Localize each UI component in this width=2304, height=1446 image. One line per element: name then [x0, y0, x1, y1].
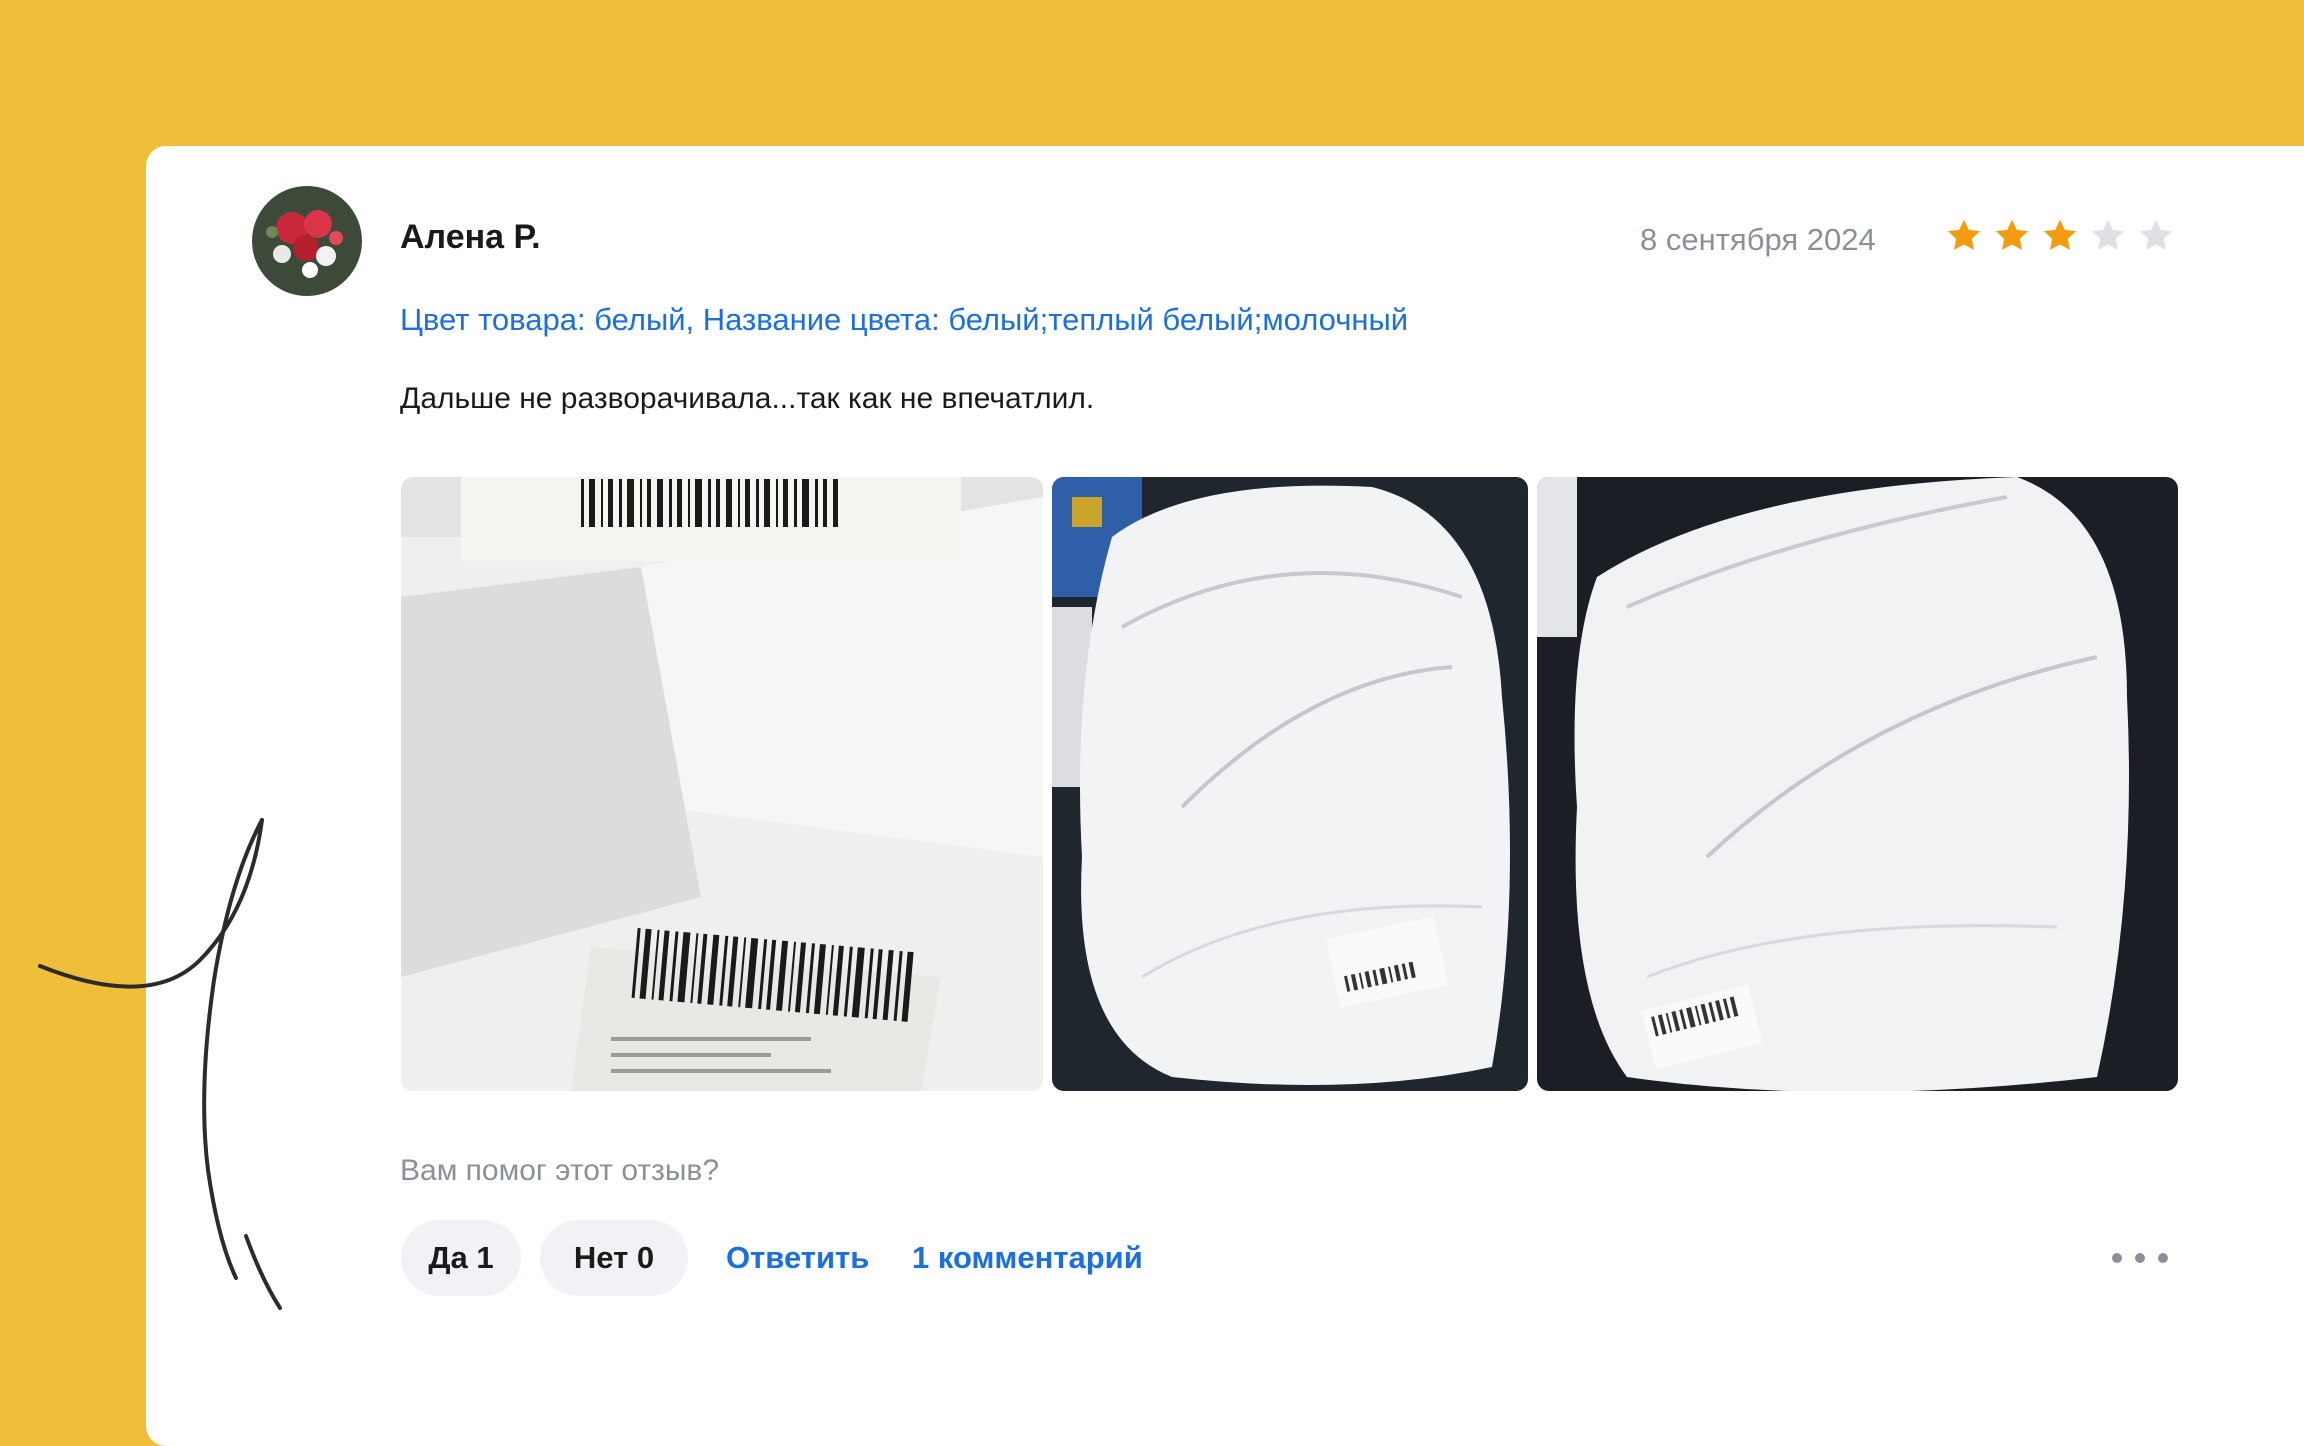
star-icon: [2140, 219, 2172, 250]
helpful-question: Вам помог этот отзыв?: [400, 1154, 720, 1187]
review-photo-3[interactable]: [1537, 477, 2178, 1091]
reply-link[interactable]: Ответить: [726, 1240, 869, 1276]
more-icon-dot: [2112, 1253, 2122, 1263]
avatar[interactable]: [252, 186, 362, 296]
star-icon: [1996, 219, 2028, 250]
more-icon[interactable]: [2112, 1240, 2168, 1276]
review-photo-2[interactable]: [1052, 477, 1528, 1091]
more-icon-dot: [2135, 1253, 2145, 1263]
more-icon-dot: [2158, 1253, 2168, 1263]
rating-stars: [1944, 216, 2176, 256]
star-icon: [2092, 219, 2124, 250]
star-icon: [2044, 219, 2076, 250]
helpful-yes-button[interactable]: Да 1: [401, 1220, 521, 1296]
helpful-no-button[interactable]: Нет 0: [540, 1220, 688, 1296]
star-icon: [1948, 219, 1980, 250]
review-photo-1[interactable]: [401, 477, 1043, 1091]
review-text: Дальше не разворачивала...так как не впе…: [400, 382, 1095, 415]
product-variant[interactable]: Цвет товара: белый, Название цвета: белы…: [400, 302, 1408, 338]
comments-link[interactable]: 1 комментарий: [912, 1240, 1143, 1276]
review-date: 8 сентября 2024: [1640, 222, 1876, 257]
author-name: Алена Р.: [400, 218, 541, 256]
